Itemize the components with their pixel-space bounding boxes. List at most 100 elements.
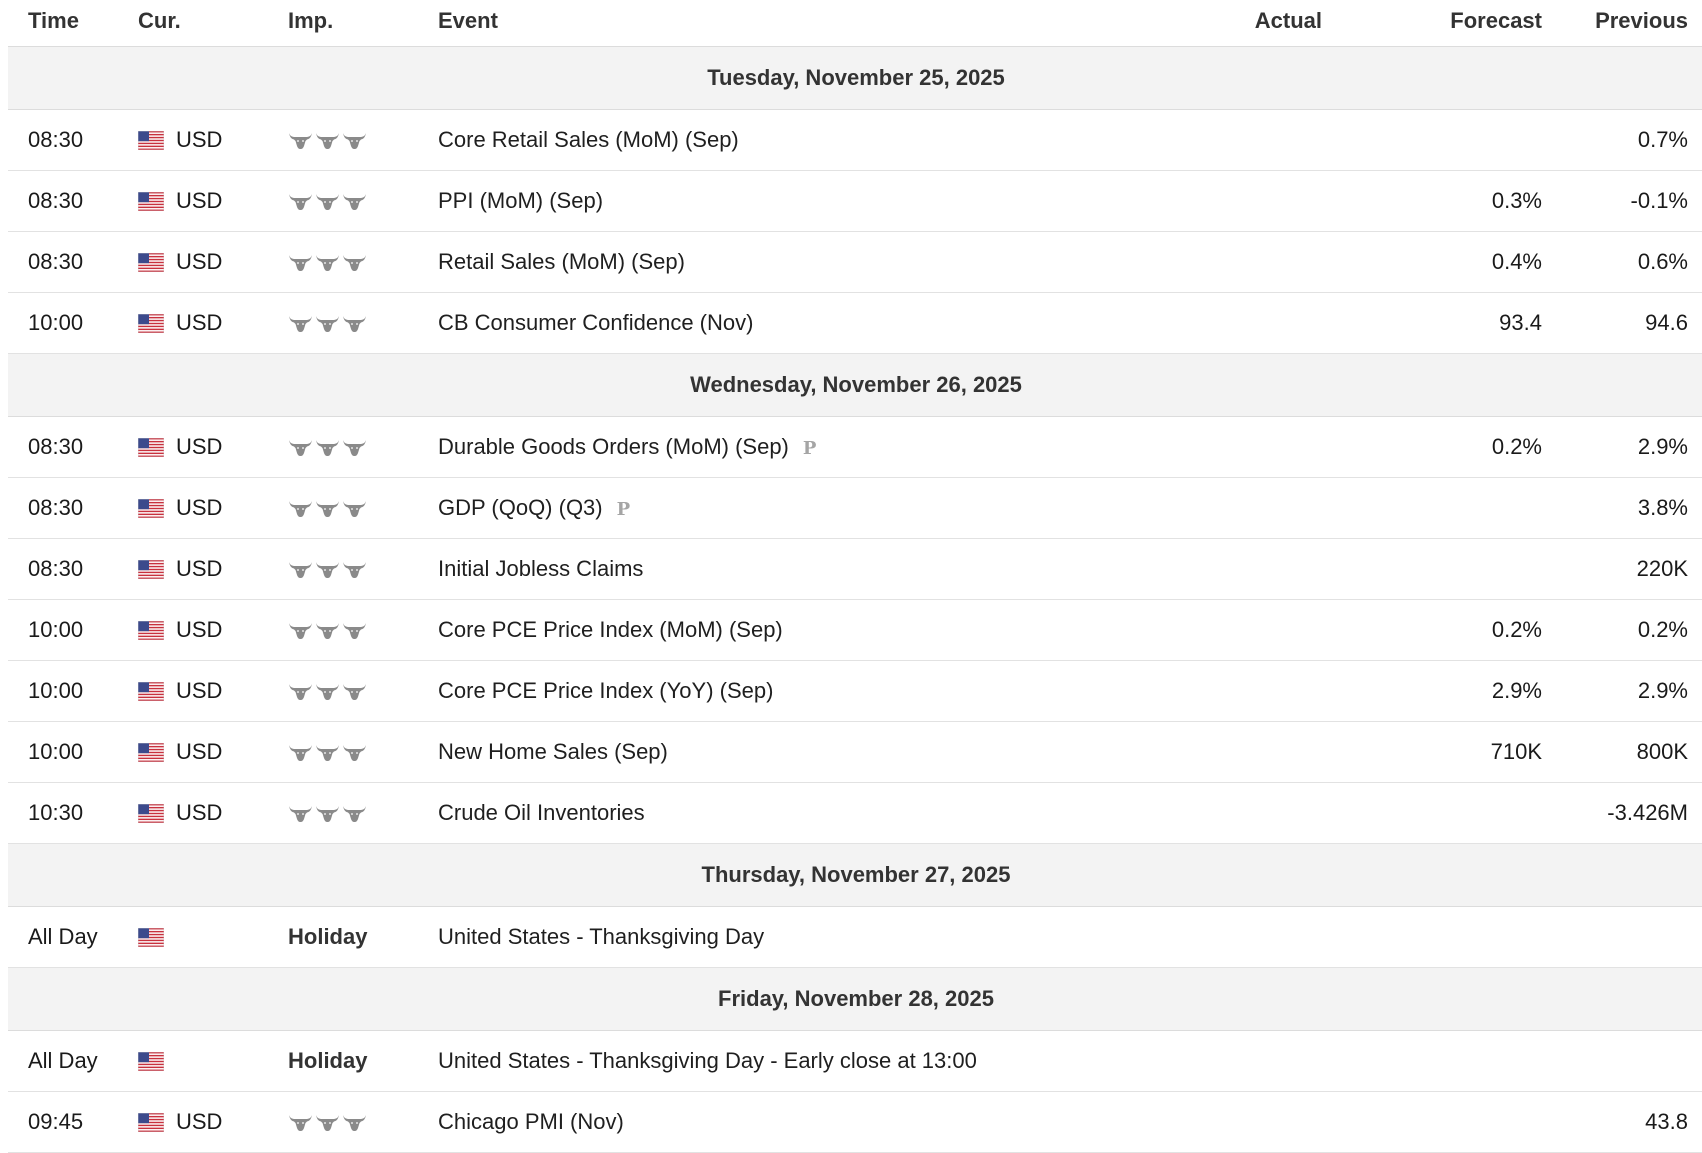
event-name-cell[interactable]: Chicago PMI (Nov): [438, 1091, 1138, 1153]
event-currency: USD: [176, 800, 223, 825]
event-name[interactable]: Durable Goods Orders (MoM) (Sep): [438, 434, 789, 459]
bull-head-icon: [343, 806, 366, 822]
event-currency: USD: [176, 495, 223, 520]
event-row[interactable]: 10:30 USD Crude Oil Inventories -3.426M: [8, 782, 1702, 844]
event-name-cell[interactable]: Durable Goods Orders (MoM) (Sep) P: [438, 416, 1138, 478]
event-row[interactable]: 10:00 USD New Home Sales (Sep) 710K 800K: [8, 721, 1702, 783]
event-row[interactable]: 10:00 USD Core PCE Price Index (MoM) (Se…: [8, 599, 1702, 661]
column-header-actual[interactable]: Actual: [1138, 8, 1338, 47]
currency-wrap: USD: [138, 739, 288, 765]
event-row[interactable]: 08:30 USD Initial Jobless Claims 220K: [8, 538, 1702, 600]
bull-head-icon: [343, 440, 366, 456]
event-row[interactable]: 09:45 USD Chicago PMI (Nov) 43.8: [8, 1091, 1702, 1153]
event-currency: USD: [176, 1109, 223, 1134]
importance-icons: [288, 191, 438, 211]
bull-head-icon: [289, 194, 312, 210]
event-actual: [1138, 109, 1338, 171]
event-row[interactable]: 08:30 USD GDP (QoQ) (Q3) P 3.8%: [8, 477, 1702, 539]
column-header-previous[interactable]: Previous: [1558, 8, 1702, 47]
event-forecast: 0.4%: [1338, 231, 1558, 293]
currency-wrap: USD: [138, 1109, 288, 1135]
column-header-forecast[interactable]: Forecast: [1338, 8, 1558, 47]
event-name-cell[interactable]: PPI (MoM) (Sep): [438, 170, 1138, 232]
bull-head-icon: [343, 623, 366, 639]
event-name-cell[interactable]: Initial Jobless Claims: [438, 538, 1138, 600]
event-currency-cell: USD: [138, 1091, 288, 1153]
event-name-cell[interactable]: New Home Sales (Sep): [438, 721, 1138, 783]
event-currency-cell: USD: [138, 782, 288, 844]
currency-wrap: USD: [138, 188, 288, 214]
bull-head-icon: [343, 562, 366, 578]
event-name[interactable]: Chicago PMI (Nov): [438, 1109, 624, 1134]
bull-head-icon: [343, 133, 366, 149]
event-name[interactable]: Crude Oil Inventories: [438, 800, 645, 825]
event-name-cell[interactable]: Crude Oil Inventories: [438, 782, 1138, 844]
event-name-cell[interactable]: Core PCE Price Index (YoY) (Sep): [438, 660, 1138, 722]
event-name[interactable]: Core PCE Price Index (YoY) (Sep): [438, 678, 773, 703]
event-name-cell[interactable]: Core Retail Sales (MoM) (Sep): [438, 109, 1138, 171]
bull-head-icon: [316, 806, 339, 822]
event-name[interactable]: Initial Jobless Claims: [438, 556, 643, 581]
us-flag-icon: [138, 1112, 164, 1132]
event-name-cell[interactable]: GDP (QoQ) (Q3) P: [438, 477, 1138, 539]
day-header-label: Thursday, November 27, 2025: [8, 843, 1702, 907]
us-flag-icon: [138, 498, 164, 518]
event-name-cell[interactable]: United States - Thanksgiving Day: [438, 906, 1138, 968]
event-importance: [288, 721, 438, 783]
event-name-cell[interactable]: Core PCE Price Index (MoM) (Sep): [438, 599, 1138, 661]
event-row[interactable]: All Day Holiday United States - Thanksgiv…: [8, 906, 1702, 968]
event-row[interactable]: 08:30 USD PPI (MoM) (Sep) 0.3% -0.1%: [8, 170, 1702, 232]
event-row[interactable]: 08:30 USD Core Retail Sales (MoM) (Sep) 0…: [8, 109, 1702, 171]
event-previous: 0.6%: [1558, 231, 1702, 293]
column-header-time[interactable]: Time: [8, 8, 138, 47]
event-importance: [288, 292, 438, 354]
bull-head-icon: [316, 684, 339, 700]
event-time: 10:00: [8, 660, 138, 722]
event-name[interactable]: New Home Sales (Sep): [438, 739, 668, 764]
bull-head-icon: [316, 1115, 339, 1131]
event-name[interactable]: Retail Sales (MoM) (Sep): [438, 249, 685, 274]
event-importance: [288, 477, 438, 539]
bull-head-icon: [316, 623, 339, 639]
importance-icons: [288, 498, 438, 518]
event-row[interactable]: 10:00 USD CB Consumer Confidence (Nov) 93…: [8, 292, 1702, 354]
event-row[interactable]: 08:30 USD Retail Sales (MoM) (Sep) 0.4% 0.…: [8, 231, 1702, 293]
event-forecast: [1338, 782, 1558, 844]
event-time: All Day: [8, 906, 138, 968]
event-forecast: [1338, 906, 1558, 968]
importance-icons: [288, 437, 438, 457]
event-currency: USD: [176, 127, 223, 152]
event-name[interactable]: Core Retail Sales (MoM) (Sep): [438, 127, 739, 152]
event-currency-cell: USD: [138, 416, 288, 478]
event-name[interactable]: GDP (QoQ) (Q3): [438, 495, 603, 520]
bull-head-icon: [316, 316, 339, 332]
event-time: All Day: [8, 1030, 138, 1092]
column-header-currency[interactable]: Cur.: [138, 8, 288, 47]
event-name-cell[interactable]: CB Consumer Confidence (Nov): [438, 292, 1138, 354]
event-name-cell[interactable]: United States - Thanksgiving Day - Early…: [438, 1030, 1138, 1092]
event-row[interactable]: 10:00 USD Core PCE Price Index (YoY) (Se…: [8, 660, 1702, 722]
event-name[interactable]: United States - Thanksgiving Day - Early…: [438, 1048, 977, 1073]
event-name[interactable]: CB Consumer Confidence (Nov): [438, 310, 753, 335]
table-body: Tuesday, November 25, 2025 08:30 USD Core…: [8, 46, 1702, 1153]
event-forecast: [1338, 477, 1558, 539]
event-currency-cell: USD: [138, 170, 288, 232]
event-name[interactable]: PPI (MoM) (Sep): [438, 188, 603, 213]
event-name[interactable]: Core PCE Price Index (MoM) (Sep): [438, 617, 783, 642]
bull-head-icon: [343, 684, 366, 700]
column-header-event[interactable]: Event: [438, 8, 1138, 47]
event-name[interactable]: United States - Thanksgiving Day: [438, 924, 764, 949]
event-currency: USD: [176, 188, 223, 213]
event-previous: 0.7%: [1558, 109, 1702, 171]
event-row[interactable]: 08:30 USD Durable Goods Orders (MoM) (Se…: [8, 416, 1702, 478]
event-name-cell[interactable]: Retail Sales (MoM) (Sep): [438, 231, 1138, 293]
event-importance: Holiday: [288, 906, 438, 968]
day-header-row: Friday, November 28, 2025: [8, 967, 1702, 1031]
importance-icons: [288, 742, 438, 762]
event-importance: [288, 109, 438, 171]
bull-head-icon: [289, 316, 312, 332]
column-header-importance[interactable]: Imp.: [288, 8, 438, 47]
event-row[interactable]: All Day Holiday United States - Thanksgiv…: [8, 1030, 1702, 1092]
preliminary-p-icon: P: [802, 437, 817, 459]
bull-head-icon: [289, 1115, 312, 1131]
